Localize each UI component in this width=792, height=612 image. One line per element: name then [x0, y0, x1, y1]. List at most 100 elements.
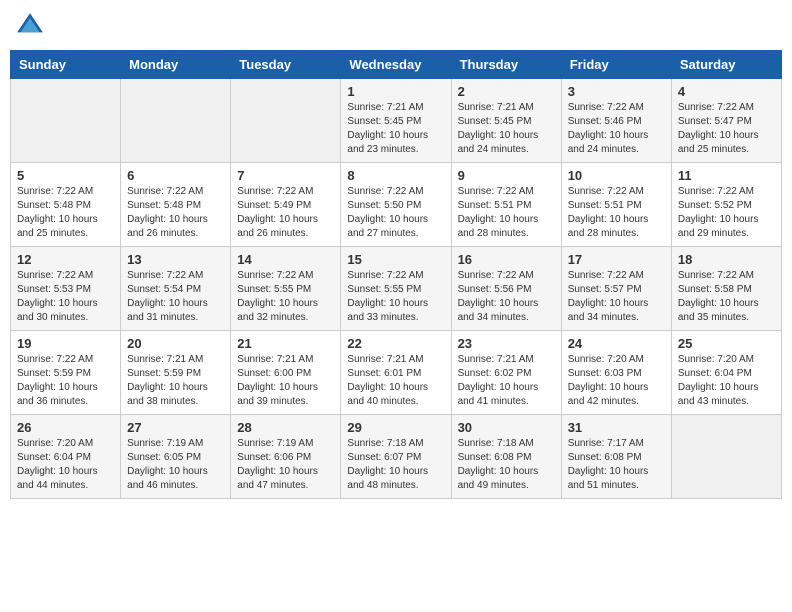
- calendar-cell: 29Sunrise: 7:18 AM Sunset: 6:07 PM Dayli…: [341, 415, 451, 499]
- day-info: Sunrise: 7:22 AM Sunset: 5:57 PM Dayligh…: [568, 269, 665, 325]
- day-number: 22: [347, 336, 444, 351]
- day-number: 16: [458, 252, 555, 267]
- calendar-cell: 23 Sunrise: 7:21 AM Sunset: 6:02 PM Dayli…: [451, 331, 561, 415]
- day-info: Sunrise: 7:22 AM Sunset: 5:55 PM Dayligh…: [347, 269, 444, 325]
- day-number: 9: [458, 168, 555, 183]
- day-header-sunday: Sunday: [11, 51, 121, 79]
- day-number: 20: [127, 336, 224, 351]
- day-info: Sunrise: 7:20 AM Sunset: 6:03 PM Dayligh…: [568, 353, 665, 409]
- day-info: Sunrise: 7:21 AM Sunset: 6:00 PM Dayligh…: [237, 353, 334, 409]
- calendar-cell: 12 Sunrise: 7:22 AM Sunset: 5:53 PM Dayli…: [11, 247, 121, 331]
- calendar-cell: 6 Sunrise: 7:22 AM Sunset: 5:48 PM Daylig…: [121, 163, 231, 247]
- week-row-4: 19Sunrise: 7:22 AM Sunset: 5:59 PM Dayli…: [11, 331, 782, 415]
- day-number: 27: [127, 420, 224, 435]
- day-info: Sunrise: 7:22 AM Sunset: 5:48 PM Dayligh…: [17, 185, 114, 241]
- calendar-cell: 20 Sunrise: 7:21 AM Sunset: 5:59 PM Dayli…: [121, 331, 231, 415]
- day-header-thursday: Thursday: [451, 51, 561, 79]
- day-number: 11: [678, 168, 775, 183]
- calendar-cell: [671, 415, 781, 499]
- day-info: Sunrise: 7:22 AM Sunset: 5:58 PM Dayligh…: [678, 269, 775, 325]
- week-row-3: 12 Sunrise: 7:22 AM Sunset: 5:53 PM Dayli…: [11, 247, 782, 331]
- day-info: Sunrise: 7:22 AM Sunset: 5:53 PM Dayligh…: [17, 269, 114, 325]
- day-info: Sunrise: 7:22 AM Sunset: 5:51 PM Dayligh…: [568, 185, 665, 241]
- calendar-cell: 19Sunrise: 7:22 AM Sunset: 5:59 PM Dayli…: [11, 331, 121, 415]
- day-header-wednesday: Wednesday: [341, 51, 451, 79]
- calendar-cell: 4 Sunrise: 7:22 AM Sunset: 5:47 PM Daylig…: [671, 79, 781, 163]
- day-info: Sunrise: 7:20 AM Sunset: 6:04 PM Dayligh…: [17, 437, 114, 493]
- day-number: 12: [17, 252, 114, 267]
- day-info: Sunrise: 7:17 AM Sunset: 6:08 PM Dayligh…: [568, 437, 665, 493]
- day-header-saturday: Saturday: [671, 51, 781, 79]
- calendar-cell: 13 Sunrise: 7:22 AM Sunset: 5:54 PM Dayli…: [121, 247, 231, 331]
- day-number: 8: [347, 168, 444, 183]
- day-info: Sunrise: 7:22 AM Sunset: 5:54 PM Dayligh…: [127, 269, 224, 325]
- logo: [14, 10, 50, 42]
- day-number: 7: [237, 168, 334, 183]
- calendar-cell: 26 Sunrise: 7:20 AM Sunset: 6:04 PM Dayli…: [11, 415, 121, 499]
- calendar-cell: 15 Sunrise: 7:22 AM Sunset: 5:55 PM Dayli…: [341, 247, 451, 331]
- week-row-5: 26 Sunrise: 7:20 AM Sunset: 6:04 PM Dayli…: [11, 415, 782, 499]
- day-info: Sunrise: 7:18 AM Sunset: 6:08 PM Dayligh…: [458, 437, 555, 493]
- calendar-cell: 27 Sunrise: 7:19 AM Sunset: 6:05 PM Dayli…: [121, 415, 231, 499]
- day-info: Sunrise: 7:21 AM Sunset: 6:01 PM Dayligh…: [347, 353, 444, 409]
- day-number: 23: [458, 336, 555, 351]
- day-number: 28: [237, 420, 334, 435]
- day-info: Sunrise: 7:22 AM Sunset: 5:50 PM Dayligh…: [347, 185, 444, 241]
- calendar-cell: 18 Sunrise: 7:22 AM Sunset: 5:58 PM Dayli…: [671, 247, 781, 331]
- day-info: Sunrise: 7:22 AM Sunset: 5:49 PM Dayligh…: [237, 185, 334, 241]
- calendar-cell: [231, 79, 341, 163]
- day-info: Sunrise: 7:22 AM Sunset: 5:48 PM Dayligh…: [127, 185, 224, 241]
- day-number: 5: [17, 168, 114, 183]
- day-number: 6: [127, 168, 224, 183]
- calendar-cell: 10 Sunrise: 7:22 AM Sunset: 5:51 PM Dayli…: [561, 163, 671, 247]
- day-header-tuesday: Tuesday: [231, 51, 341, 79]
- calendar-table: SundayMondayTuesdayWednesdayThursdayFrid…: [10, 50, 782, 499]
- day-info: Sunrise: 7:21 AM Sunset: 5:45 PM Dayligh…: [347, 101, 444, 157]
- day-number: 17: [568, 252, 665, 267]
- calendar-cell: 30 Sunrise: 7:18 AM Sunset: 6:08 PM Dayli…: [451, 415, 561, 499]
- calendar-cell: 21Sunrise: 7:21 AM Sunset: 6:00 PM Dayli…: [231, 331, 341, 415]
- day-info: Sunrise: 7:19 AM Sunset: 6:06 PM Dayligh…: [237, 437, 334, 493]
- calendar-cell: 7 Sunrise: 7:22 AM Sunset: 5:49 PM Daylig…: [231, 163, 341, 247]
- day-info: Sunrise: 7:22 AM Sunset: 5:47 PM Dayligh…: [678, 101, 775, 157]
- day-number: 18: [678, 252, 775, 267]
- day-number: 25: [678, 336, 775, 351]
- calendar-cell: 31 Sunrise: 7:17 AM Sunset: 6:08 PM Dayli…: [561, 415, 671, 499]
- day-info: Sunrise: 7:22 AM Sunset: 5:55 PM Dayligh…: [237, 269, 334, 325]
- calendar-cell: 11 Sunrise: 7:22 AM Sunset: 5:52 PM Dayli…: [671, 163, 781, 247]
- day-number: 2: [458, 84, 555, 99]
- calendar-cell: [11, 79, 121, 163]
- day-info: Sunrise: 7:21 AM Sunset: 5:59 PM Dayligh…: [127, 353, 224, 409]
- calendar-cell: 9 Sunrise: 7:22 AM Sunset: 5:51 PM Daylig…: [451, 163, 561, 247]
- page-header: [10, 10, 782, 42]
- day-info: Sunrise: 7:22 AM Sunset: 5:51 PM Dayligh…: [458, 185, 555, 241]
- day-info: Sunrise: 7:18 AM Sunset: 6:07 PM Dayligh…: [347, 437, 444, 493]
- day-number: 4: [678, 84, 775, 99]
- calendar-cell: 25 Sunrise: 7:20 AM Sunset: 6:04 PM Dayli…: [671, 331, 781, 415]
- calendar-cell: 28 Sunrise: 7:19 AM Sunset: 6:06 PM Dayli…: [231, 415, 341, 499]
- day-header-friday: Friday: [561, 51, 671, 79]
- day-header-monday: Monday: [121, 51, 231, 79]
- calendar-cell: 2 Sunrise: 7:21 AM Sunset: 5:45 PM Daylig…: [451, 79, 561, 163]
- day-info: Sunrise: 7:22 AM Sunset: 5:52 PM Dayligh…: [678, 185, 775, 241]
- day-number: 13: [127, 252, 224, 267]
- day-info: Sunrise: 7:21 AM Sunset: 6:02 PM Dayligh…: [458, 353, 555, 409]
- day-info: Sunrise: 7:19 AM Sunset: 6:05 PM Dayligh…: [127, 437, 224, 493]
- calendar-cell: 24 Sunrise: 7:20 AM Sunset: 6:03 PM Dayli…: [561, 331, 671, 415]
- day-number: 30: [458, 420, 555, 435]
- calendar-cell: 22 Sunrise: 7:21 AM Sunset: 6:01 PM Dayli…: [341, 331, 451, 415]
- day-info: Sunrise: 7:22 AM Sunset: 5:59 PM Dayligh…: [17, 353, 114, 409]
- day-number: 26: [17, 420, 114, 435]
- calendar-cell: [121, 79, 231, 163]
- calendar-cell: 14Sunrise: 7:22 AM Sunset: 5:55 PM Dayli…: [231, 247, 341, 331]
- day-number: 31: [568, 420, 665, 435]
- day-number: 24: [568, 336, 665, 351]
- day-number: 15: [347, 252, 444, 267]
- calendar-cell: 1 Sunrise: 7:21 AM Sunset: 5:45 PM Daylig…: [341, 79, 451, 163]
- day-info: Sunrise: 7:20 AM Sunset: 6:04 PM Dayligh…: [678, 353, 775, 409]
- day-info: Sunrise: 7:21 AM Sunset: 5:45 PM Dayligh…: [458, 101, 555, 157]
- week-row-1: 1 Sunrise: 7:21 AM Sunset: 5:45 PM Daylig…: [11, 79, 782, 163]
- logo-icon: [14, 10, 46, 42]
- day-number: 10: [568, 168, 665, 183]
- day-number: 1: [347, 84, 444, 99]
